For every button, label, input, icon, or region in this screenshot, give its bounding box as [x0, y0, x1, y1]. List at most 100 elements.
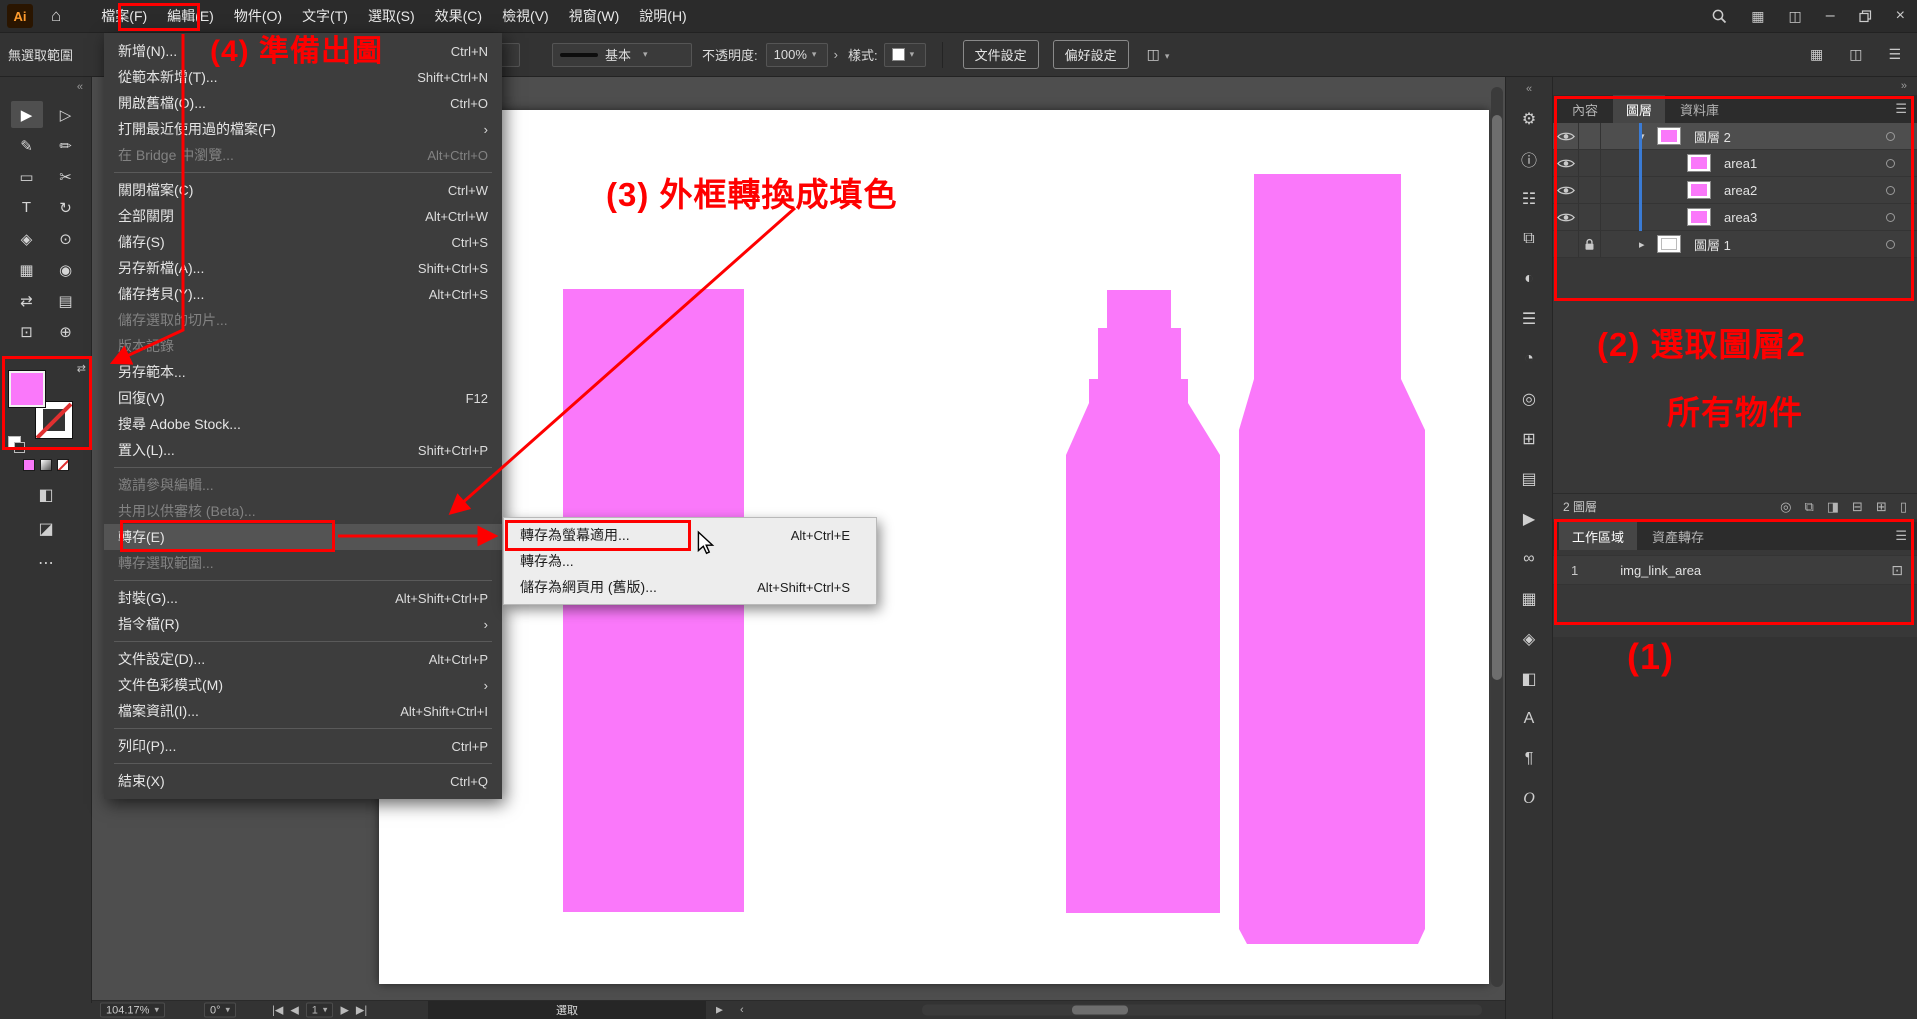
export-panel-icon[interactable]: ⧉ — [1506, 219, 1552, 259]
visibility-eye-icon[interactable] — [1553, 204, 1579, 230]
swap-fill-stroke-icon[interactable]: ⇄ — [77, 362, 86, 375]
properties-panel-icon[interactable]: ⚙ — [1506, 99, 1552, 139]
rotate-tool[interactable]: ↻ — [50, 194, 82, 221]
menubar-menu-2[interactable]: 編輯(E) — [157, 0, 224, 33]
export-submenu-item[interactable]: 轉存為螢幕適用...Alt+Ctrl+E — [504, 522, 876, 548]
vertical-scrollbar[interactable] — [1491, 87, 1503, 987]
artboard-tool[interactable]: ⊡ — [11, 318, 43, 345]
file-menu-item[interactable]: 列印(P)...Ctrl+P — [104, 733, 502, 759]
gradient-panel-icon[interactable]: ◐ — [1506, 259, 1552, 299]
graphic-style-select[interactable] — [884, 43, 926, 67]
file-menu-item[interactable]: 文件色彩模式(M)› — [104, 672, 502, 698]
symbols-panel-icon[interactable]: ◎ — [1506, 379, 1552, 419]
visibility-eye-icon[interactable] — [1553, 150, 1579, 176]
tab-libraries[interactable]: 資料庫 — [1667, 95, 1732, 123]
search-icon[interactable] — [1711, 8, 1727, 24]
horizontal-scrollbar[interactable] — [922, 1005, 1482, 1016]
rectangle-tool[interactable]: ▭ — [11, 163, 43, 190]
default-fill-stroke-icon[interactable] — [8, 436, 21, 449]
arrange-icon[interactable]: ◫ — [1849, 46, 1862, 63]
graph-tool[interactable]: ▤ — [50, 287, 82, 314]
opentype-panel-icon[interactable]: O — [1506, 779, 1552, 819]
workspace-switcher-icon[interactable]: ▦ — [1751, 8, 1764, 25]
selection-tool[interactable]: ▶ — [11, 101, 43, 128]
gradient-fill-icon[interactable] — [40, 459, 52, 471]
file-menu-item[interactable]: 打開最近使用過的檔案(F)› — [104, 116, 502, 142]
pattern-panel-icon[interactable]: ⊞ — [1506, 419, 1552, 459]
visibility-eye-icon[interactable] — [1553, 177, 1579, 203]
file-menu-item[interactable]: 從範本新增(T)...Shift+Ctrl+N — [104, 64, 502, 90]
locate-object-icon[interactable]: ◎ — [1780, 499, 1791, 515]
screen-mode-icon[interactable]: ◪ — [38, 519, 53, 539]
next-artboard-icon[interactable]: ▶ — [340, 1004, 348, 1017]
file-menu-item[interactable]: 檔案資訊(I)...Alt+Shift+Ctrl+I — [104, 698, 502, 724]
artboard-row[interactable]: 1 img_link_area ⊡ — [1553, 555, 1917, 585]
eyedropper-tool[interactable]: ◉ — [50, 256, 82, 283]
file-menu-item[interactable]: 另存範本... — [104, 359, 502, 385]
opacity-select[interactable]: 100% — [766, 43, 828, 67]
pen-tool[interactable]: ✎ — [11, 132, 43, 159]
delete-layer-icon[interactable]: ▯ — [1900, 499, 1907, 515]
layer-target-circle[interactable] — [1886, 213, 1895, 222]
eraser-tool[interactable]: ◈ — [11, 225, 43, 252]
artboards-panel-menu-icon[interactable]: ☰ — [1895, 522, 1907, 550]
drawing-modes-icon[interactable]: ◧ — [38, 485, 53, 505]
stroke-panel-icon[interactable]: ☰ — [1506, 299, 1552, 339]
file-menu-item[interactable]: 置入(L)...Shift+Ctrl+P — [104, 437, 502, 463]
layer-target-circle[interactable] — [1886, 186, 1895, 195]
lock-empty-cell[interactable] — [1579, 150, 1601, 176]
status-back-icon[interactable]: ‹ — [740, 1004, 744, 1016]
preferences-button[interactable]: 偏好設定 — [1053, 40, 1129, 69]
restore-button[interactable] — [1859, 10, 1872, 23]
transparency-panel-icon[interactable]: ◔ — [1506, 339, 1552, 379]
snap-options-icon[interactable]: ▦ — [1810, 46, 1823, 63]
home-icon[interactable]: ⌂ — [51, 6, 61, 26]
menubar-menu-7[interactable]: 檢視(V) — [492, 0, 559, 33]
info-panel-icon[interactable]: ⓘ — [1506, 139, 1552, 179]
gradient-bar-panel-icon[interactable]: ◧ — [1506, 659, 1552, 699]
edit-toolbar-icon[interactable]: ⋯ — [38, 553, 54, 573]
magenta-bottle-small-shape[interactable] — [1066, 290, 1220, 913]
layer-target-circle[interactable] — [1886, 132, 1895, 141]
mesh-tool[interactable]: ▦ — [11, 256, 43, 283]
file-menu-item[interactable]: 搜尋 Adobe Stock... — [104, 411, 502, 437]
make-clip-mask-icon[interactable]: ◨ — [1827, 499, 1839, 515]
menubar-menu-1[interactable]: 檔案(F) — [91, 0, 157, 33]
zoom-level-select[interactable]: 104.17% — [100, 1003, 165, 1018]
menubar-menu-9[interactable]: 說明(H) — [629, 0, 696, 33]
expand-dock-icon[interactable]: « — [1526, 83, 1532, 95]
file-menu-item[interactable]: 封裝(G)...Alt+Shift+Ctrl+P — [104, 585, 502, 611]
layer-row[interactable]: area1 — [1553, 150, 1917, 177]
vertical-scrollbar-thumb[interactable] — [1492, 115, 1502, 680]
prev-artboard-icon[interactable]: ◀ — [290, 1004, 298, 1017]
minimize-button[interactable]: – — [1826, 7, 1835, 25]
file-menu-item[interactable]: 新增(N)...Ctrl+N — [104, 38, 502, 64]
brush-definition-select[interactable]: 基本 — [552, 43, 692, 67]
collapse-panels-icon[interactable]: » — [1901, 80, 1907, 92]
actions-panel-icon[interactable]: ☷ — [1506, 179, 1552, 219]
menubar-menu-3[interactable]: 物件(O) — [224, 0, 292, 33]
file-menu-item[interactable]: 關閉檔案(C)Ctrl+W — [104, 177, 502, 203]
visibility-eye-icon[interactable] — [1553, 123, 1579, 149]
zoom-tool[interactable]: ⊕ — [50, 318, 82, 345]
scissors-tool[interactable]: ✂ — [50, 163, 82, 190]
file-menu-item[interactable]: 另存新檔(A)...Shift+Ctrl+S — [104, 255, 502, 281]
magenta-bottle-large-shape[interactable] — [1239, 174, 1425, 944]
direct-selection-tool[interactable]: ▷ — [50, 101, 82, 128]
close-button[interactable]: × — [1896, 7, 1905, 25]
export-submenu-item[interactable]: 轉存為... — [504, 548, 876, 574]
artboard-number-select[interactable]: 1 — [306, 1003, 334, 1018]
file-menu-item[interactable]: 轉存(E)› — [104, 524, 502, 550]
file-menu-item[interactable]: 指令檔(R)› — [104, 611, 502, 637]
paragraph-panel-icon[interactable]: ¶ — [1506, 739, 1552, 779]
file-menu-item[interactable]: 文件設定(D)...Alt+Ctrl+P — [104, 646, 502, 672]
lock-empty-cell[interactable] — [1579, 204, 1601, 230]
document-setup-button[interactable]: 文件設定 — [963, 40, 1039, 69]
visibility-empty-cell[interactable] — [1553, 231, 1579, 257]
control-menu-icon[interactable]: ☰ — [1888, 46, 1901, 63]
layers-panel-menu-icon[interactable]: ☰ — [1895, 95, 1907, 123]
chevron-right-icon[interactable]: ▸ — [1639, 238, 1657, 251]
collapse-toolbar-icon[interactable]: « — [77, 81, 83, 93]
menubar-menu-5[interactable]: 選取(S) — [358, 0, 425, 33]
tab-asset-export[interactable]: 資產轉存 — [1639, 522, 1717, 550]
